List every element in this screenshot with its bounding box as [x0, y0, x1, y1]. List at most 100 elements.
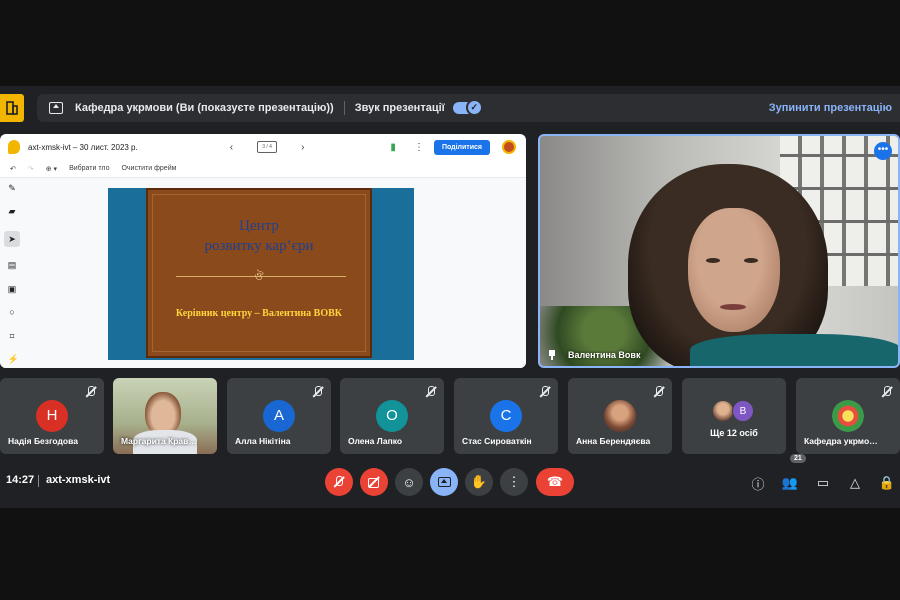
mic-off-icon — [881, 386, 892, 397]
participant-count-badge: 21 — [790, 454, 806, 463]
stop-presenting-button[interactable]: Зупинити презентацію — [769, 102, 892, 114]
participant-name: Маргарита Крав… — [121, 436, 197, 446]
select-icon[interactable]: ➤ — [4, 230, 20, 247]
people-button[interactable]: 👥 — [779, 472, 801, 494]
mouth — [720, 304, 746, 310]
slide-title-line1: Центр — [239, 218, 279, 234]
present-button[interactable] — [430, 468, 458, 496]
sticky-note-icon[interactable]: ▤ — [8, 261, 17, 270]
presentation-banner: Кафедра укрмови (Ви (показуєте презентац… — [0, 94, 900, 126]
user-avatar[interactable] — [502, 140, 516, 154]
participant-tile[interactable]: Анна Берендяєва — [568, 378, 672, 454]
raise-hand-button[interactable]: ✋ — [465, 468, 493, 496]
frame-indicator[interactable]: 3 / 4 — [257, 141, 278, 153]
more-vert-icon[interactable]: ⋮ — [414, 142, 424, 153]
mic-off-icon — [333, 476, 345, 488]
next-frame-icon[interactable]: › — [301, 142, 304, 153]
eye — [706, 258, 720, 263]
screen: Кафедра укрмови (Ви (показуєте презентац… — [0, 0, 900, 600]
pen-icon[interactable]: ✎ — [8, 184, 17, 193]
more-options-icon[interactable]: ••• — [874, 142, 892, 160]
speaker-name: Валентина Вовк — [548, 350, 640, 360]
jamboard-logo — [8, 140, 20, 154]
mic-toggle-button[interactable] — [325, 468, 353, 496]
laser-icon[interactable]: ⚡ — [8, 354, 19, 364]
participant-name: Олена Лапко — [348, 436, 403, 446]
avatar: Н — [36, 400, 68, 432]
speaker-video[interactable]: ••• Валентина Вовк — [538, 134, 900, 368]
speaker-name-label: Валентина Вовк — [568, 350, 641, 360]
jamboard-presentation: axt-xmsk-ivt – 30 лист. 2023 р. ‹ 3 / 4 … — [0, 134, 526, 368]
undo-icon[interactable]: ↶ — [10, 165, 16, 173]
slide: Центр розвитку кар’єри ঔ Керівник центру… — [108, 188, 414, 360]
person-face — [688, 208, 780, 332]
pin-icon[interactable] — [548, 350, 556, 360]
meet-window: Кафедра укрмови (Ви (показуєте презентац… — [0, 86, 900, 508]
zoom-icon[interactable]: ⊕ ▾ — [46, 165, 57, 173]
chat-button[interactable]: ▭ — [812, 472, 834, 494]
text-box-icon[interactable]: ⌗ — [8, 331, 17, 341]
present-screen-icon — [437, 477, 451, 487]
control-bar: 14:27 axt-xmsk-ivt ☺ ✋ ⋮ ☎ ⓘ 21 👥 ▭ △ 🔒 — [0, 454, 900, 500]
avatar: А — [263, 400, 295, 432]
avatar: О — [376, 400, 408, 432]
divider — [343, 101, 345, 115]
mic-off-icon — [85, 386, 96, 397]
check-icon: ✓ — [465, 99, 483, 116]
share-button[interactable]: Поділитися — [433, 139, 490, 155]
participant-tile[interactable]: А Алла Нікітіна — [227, 378, 331, 454]
participant-tile[interactable]: С Стас Сироваткін — [454, 378, 558, 454]
participant-tile[interactable]: О Олена Лапко — [340, 378, 444, 454]
participant-name: Алла Нікітіна — [235, 436, 291, 446]
phone-hangup-icon: ☎ — [546, 474, 564, 489]
ornament-icon: ঔ — [254, 271, 264, 283]
info-icon: ⓘ — [751, 476, 765, 492]
activities-icon[interactable] — [0, 94, 24, 122]
camera-toggle-button[interactable] — [360, 468, 388, 496]
eraser-icon[interactable]: ▰ — [8, 207, 17, 216]
more-participants-tile[interactable]: В Ще 12 осіб — [682, 378, 786, 454]
activities-icon: △ — [850, 475, 860, 490]
meeting-info-button[interactable]: ⓘ — [747, 472, 769, 494]
circle-icon[interactable]: ○ — [8, 308, 17, 317]
clock: 14:27 — [6, 474, 35, 486]
participant-name: Надія Безгодова — [8, 436, 78, 446]
image-icon[interactable]: ▣ — [8, 284, 17, 294]
prev-frame-icon[interactable]: ‹ — [230, 142, 233, 153]
redo-icon[interactable]: ↷ — [28, 165, 34, 173]
leave-call-button[interactable]: ☎ — [536, 468, 574, 496]
meet-icon[interactable]: ▮ — [390, 142, 396, 153]
mic-off-icon — [653, 386, 664, 397]
chat-icon: ▭ — [816, 475, 830, 490]
avatar: С — [490, 400, 522, 432]
jamboard-header: axt-xmsk-ivt – 30 лист. 2023 р. ‹ 3 / 4 … — [0, 134, 526, 160]
mic-off-icon — [539, 386, 550, 397]
host-controls-button[interactable]: 🔒 — [876, 472, 898, 494]
slide-title-line2: розвитку кар’єри — [204, 238, 314, 254]
slide-panel: Центр розвитку кар’єри ঔ Керівник центру… — [146, 188, 372, 358]
more-vert-icon: ⋮ — [507, 474, 521, 489]
meeting-code: axt-xmsk-ivt — [46, 474, 111, 486]
participant-name: Кафедра укрмо… — [804, 436, 878, 446]
person-sweater — [690, 334, 898, 366]
clear-frame-button[interactable]: Очистити фрейм — [121, 165, 176, 172]
jamboard-toolbar: ↶ ↷ ⊕ ▾ Вибрати тло Очистити фрейм — [0, 160, 526, 178]
presentation-sound-label: Звук презентації — [354, 102, 445, 114]
crest-avatar — [832, 400, 864, 432]
more-options-button[interactable]: ⋮ — [500, 468, 528, 496]
avatar-photo — [604, 400, 636, 432]
participant-tile[interactable]: Маргарита Крав… — [113, 378, 217, 454]
tool-palette: ✎ ▰ ➤ ▤ ▣ ○ ⌗ ⚡ — [4, 184, 20, 364]
hand-icon: ✋ — [470, 474, 488, 489]
emoji-button[interactable]: ☺ — [395, 468, 423, 496]
participant-name: Стас Сироваткін — [462, 436, 532, 446]
people-icon: 👥 — [781, 475, 799, 490]
presentation-sound-toggle[interactable]: ✓ — [452, 99, 483, 116]
activities-button[interactable]: △ — [844, 472, 866, 494]
participant-strip: Н Надія Безгодова Маргарита Крав… А Алла… — [0, 378, 900, 454]
participant-tile[interactable]: Кафедра укрмо… — [796, 378, 900, 454]
divider — [38, 475, 39, 487]
set-background-button[interactable]: Вибрати тло — [69, 165, 109, 172]
lock-person-icon: 🔒 — [878, 475, 896, 490]
participant-tile[interactable]: Н Надія Безгодова — [0, 378, 104, 454]
